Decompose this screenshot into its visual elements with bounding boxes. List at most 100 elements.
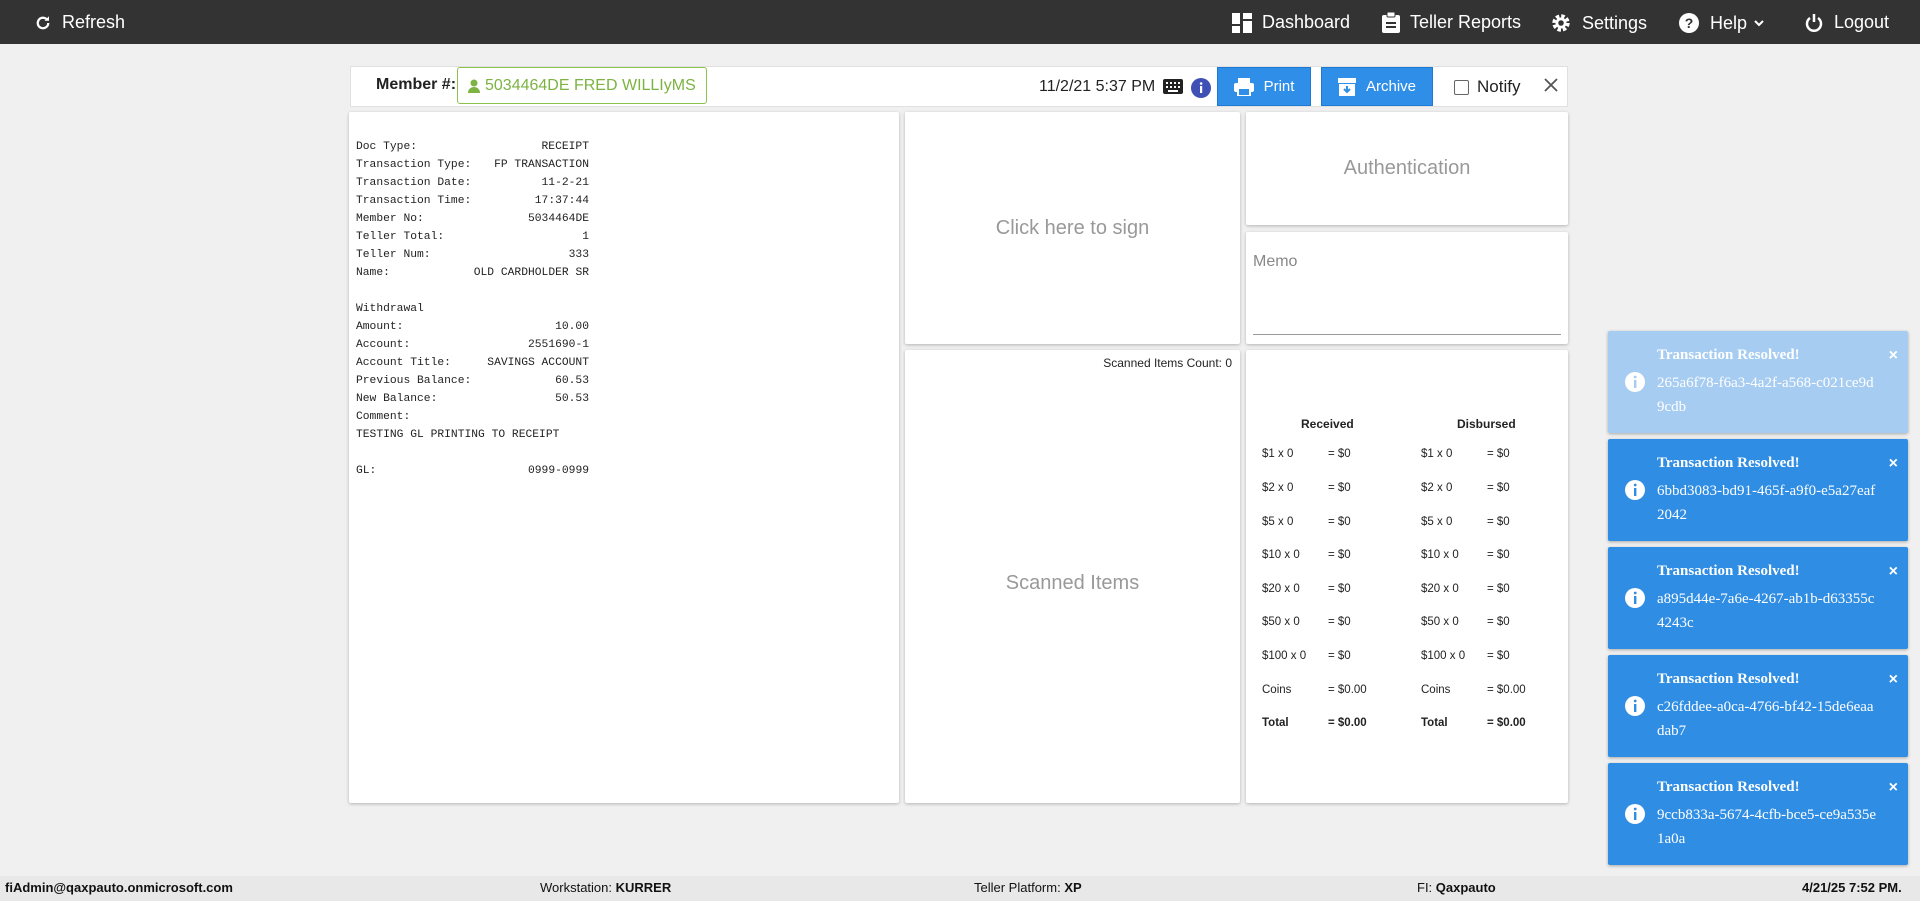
settings-button[interactable]: Settings xyxy=(1550,12,1647,34)
memo-label: Memo xyxy=(1253,253,1298,270)
help-dropdown[interactable]: ? Help xyxy=(1678,12,1765,34)
receipt-label: Member No: xyxy=(356,213,424,225)
signature-pad[interactable]: Click here to sign xyxy=(905,112,1240,344)
keyboard-icon[interactable] xyxy=(1163,79,1183,94)
footer-platform: Teller Platform: XP xyxy=(974,880,1082,895)
denom: Coins xyxy=(1421,684,1451,696)
footer-datetime: 4/21/25 7:52 PM. xyxy=(1802,880,1902,895)
receipt-panel: Doc Type: RECEIPT Transaction Type: FP TRA… xyxy=(349,112,899,803)
toast-notification[interactable]: Transaction Resolved! 265a6f78-f6a3-4a2f… xyxy=(1608,331,1908,433)
footer-workstation: Workstation: KURRER xyxy=(540,880,671,895)
receipt-value: 1 xyxy=(582,231,589,243)
toast-notification[interactable]: Transaction Resolved! a895d44e-7a6e-4267… xyxy=(1608,547,1908,649)
info-icon xyxy=(1625,588,1645,608)
teller-reports-button[interactable]: Teller Reports xyxy=(1382,12,1521,33)
disbursed-row: $50 x 0 xyxy=(1421,616,1459,630)
count: x 0 xyxy=(1443,616,1459,628)
disbursed-amount: = $0 xyxy=(1487,650,1510,662)
member-value: 5034464DE FRED WILLIyMS xyxy=(485,76,696,94)
received-amount: = $0 xyxy=(1328,616,1351,628)
archive-button[interactable]: Archive xyxy=(1321,67,1433,106)
toast-close-icon[interactable]: × xyxy=(1889,779,1898,797)
refresh-icon xyxy=(36,15,50,29)
receipt-row: GL: 0999-0999 xyxy=(356,462,589,480)
receipt-row: Member No: 5034464DE xyxy=(356,210,589,228)
denom: $5 xyxy=(1421,516,1434,528)
toast-close-icon[interactable]: × xyxy=(1889,563,1898,581)
receipt-value: 10.00 xyxy=(555,321,589,333)
info-icon[interactable] xyxy=(1191,78,1211,98)
footer-fi: FI: Qaxpauto xyxy=(1417,880,1496,895)
footer-platform-label: Teller Platform: xyxy=(974,880,1065,895)
receipt-value: 11-2-21 xyxy=(541,177,589,189)
dashboard-label: Dashboard xyxy=(1262,12,1351,32)
received-amount: = $0 xyxy=(1328,448,1351,460)
logout-button[interactable]: Logout xyxy=(1804,12,1889,33)
denom: $5 xyxy=(1262,516,1275,528)
disbursed-row: $5 x 0 xyxy=(1421,516,1452,530)
member-chip[interactable]: 5034464DE FRED WILLIyMS xyxy=(457,67,707,104)
user-icon xyxy=(468,79,480,93)
close-icon[interactable] xyxy=(1542,76,1560,94)
memo-field[interactable]: Memo xyxy=(1246,232,1568,344)
svg-text:?: ? xyxy=(1685,15,1694,31)
toast-close-icon[interactable]: × xyxy=(1889,671,1898,689)
info-icon xyxy=(1625,804,1645,824)
disbursed-row: $10 x 0 xyxy=(1421,549,1459,563)
receipt-spacer xyxy=(356,282,892,300)
receipt-label: Account: xyxy=(356,339,411,351)
denom: $20 xyxy=(1262,583,1282,595)
disbursed-row: $1 x 0 xyxy=(1421,448,1452,462)
receipt-value: RECEIPT xyxy=(541,141,589,153)
received-amount: = $0 xyxy=(1328,516,1351,528)
receipt-row: New Balance: 50.53 xyxy=(356,390,589,408)
notify-checkbox-box[interactable] xyxy=(1454,79,1469,95)
toast-close-icon[interactable]: × xyxy=(1889,455,1898,473)
received-row: $2 x 0 xyxy=(1262,482,1293,496)
memo-underline xyxy=(1253,334,1561,335)
notify-label: Notify xyxy=(1477,77,1521,96)
print-button[interactable]: Print xyxy=(1217,67,1311,106)
scanned-items-title: Scanned Items xyxy=(1005,572,1140,594)
disbursed-row: $2 x 0 xyxy=(1421,482,1452,496)
disbursed-amount: = $0.00 xyxy=(1487,684,1526,696)
disbursed-amount: = $0 xyxy=(1487,583,1510,595)
count: x 0 xyxy=(1278,482,1294,494)
receipt-spacer xyxy=(356,444,892,462)
question-icon: ? xyxy=(1679,13,1699,33)
receipt-row: Doc Type: RECEIPT xyxy=(356,138,589,156)
logout-label: Logout xyxy=(1834,12,1890,32)
footer-platform-value: XP xyxy=(1064,880,1082,895)
status-footer: fiAdmin@qaxpauto.onmicrosoft.com Worksta… xyxy=(0,876,1920,901)
toast-title: Transaction Resolved! xyxy=(1657,779,1800,795)
toast-message: 9ccb833a-5674-4cfb-bce5-ce9a535e1a0a xyxy=(1657,807,1877,847)
toast-message: 265a6f78-f6a3-4a2f-a568-c021ce9d9cdb xyxy=(1657,375,1874,415)
count: x 0 xyxy=(1437,448,1453,460)
transaction-header: Member #: 5034464DE FRED WILLIyMS 11/2/2… xyxy=(350,66,1568,107)
dashboard-button[interactable]: Dashboard xyxy=(1232,12,1350,33)
receipt-value: 5034464DE xyxy=(527,213,589,225)
receipt-value: 50.53 xyxy=(555,393,589,405)
toast-notification[interactable]: Transaction Resolved! 9ccb833a-5674-4cfb… xyxy=(1608,763,1908,865)
receipt-comment-label: Comment: xyxy=(356,411,411,423)
settings-label: Settings xyxy=(1582,12,1648,33)
refresh-button[interactable]: Refresh xyxy=(34,12,125,33)
top-navbar: Refresh Dashboard Teller Reports Setting… xyxy=(0,0,1920,44)
notify-checkbox[interactable]: Notify xyxy=(1454,77,1520,97)
denom: Coins xyxy=(1262,684,1292,696)
authentication-panel[interactable]: Authentication xyxy=(1246,112,1568,225)
receipt-row: Teller Total: 1 xyxy=(356,228,589,246)
receipt-label: Account Title: xyxy=(356,357,451,369)
toast-close-icon[interactable]: × xyxy=(1889,347,1898,365)
footer-workstation-label: Workstation: xyxy=(540,880,616,895)
toast-notification[interactable]: Transaction Resolved! c26fddee-a0ca-4766… xyxy=(1608,655,1908,757)
received-row: $100 x 0 xyxy=(1262,650,1306,664)
archive-label: Archive xyxy=(1365,78,1417,95)
disbursed-amount: = $0 xyxy=(1487,516,1510,528)
info-icon xyxy=(1625,480,1645,500)
scanned-items-panel: Scanned Items Count: 0 Scanned Items xyxy=(905,350,1240,803)
receipt-value: 333 xyxy=(568,249,589,261)
denom: $2 xyxy=(1262,482,1275,494)
toast-notification[interactable]: Transaction Resolved! 6bbd3083-bd91-465f… xyxy=(1608,439,1908,541)
receipt-label: GL: xyxy=(356,465,377,477)
